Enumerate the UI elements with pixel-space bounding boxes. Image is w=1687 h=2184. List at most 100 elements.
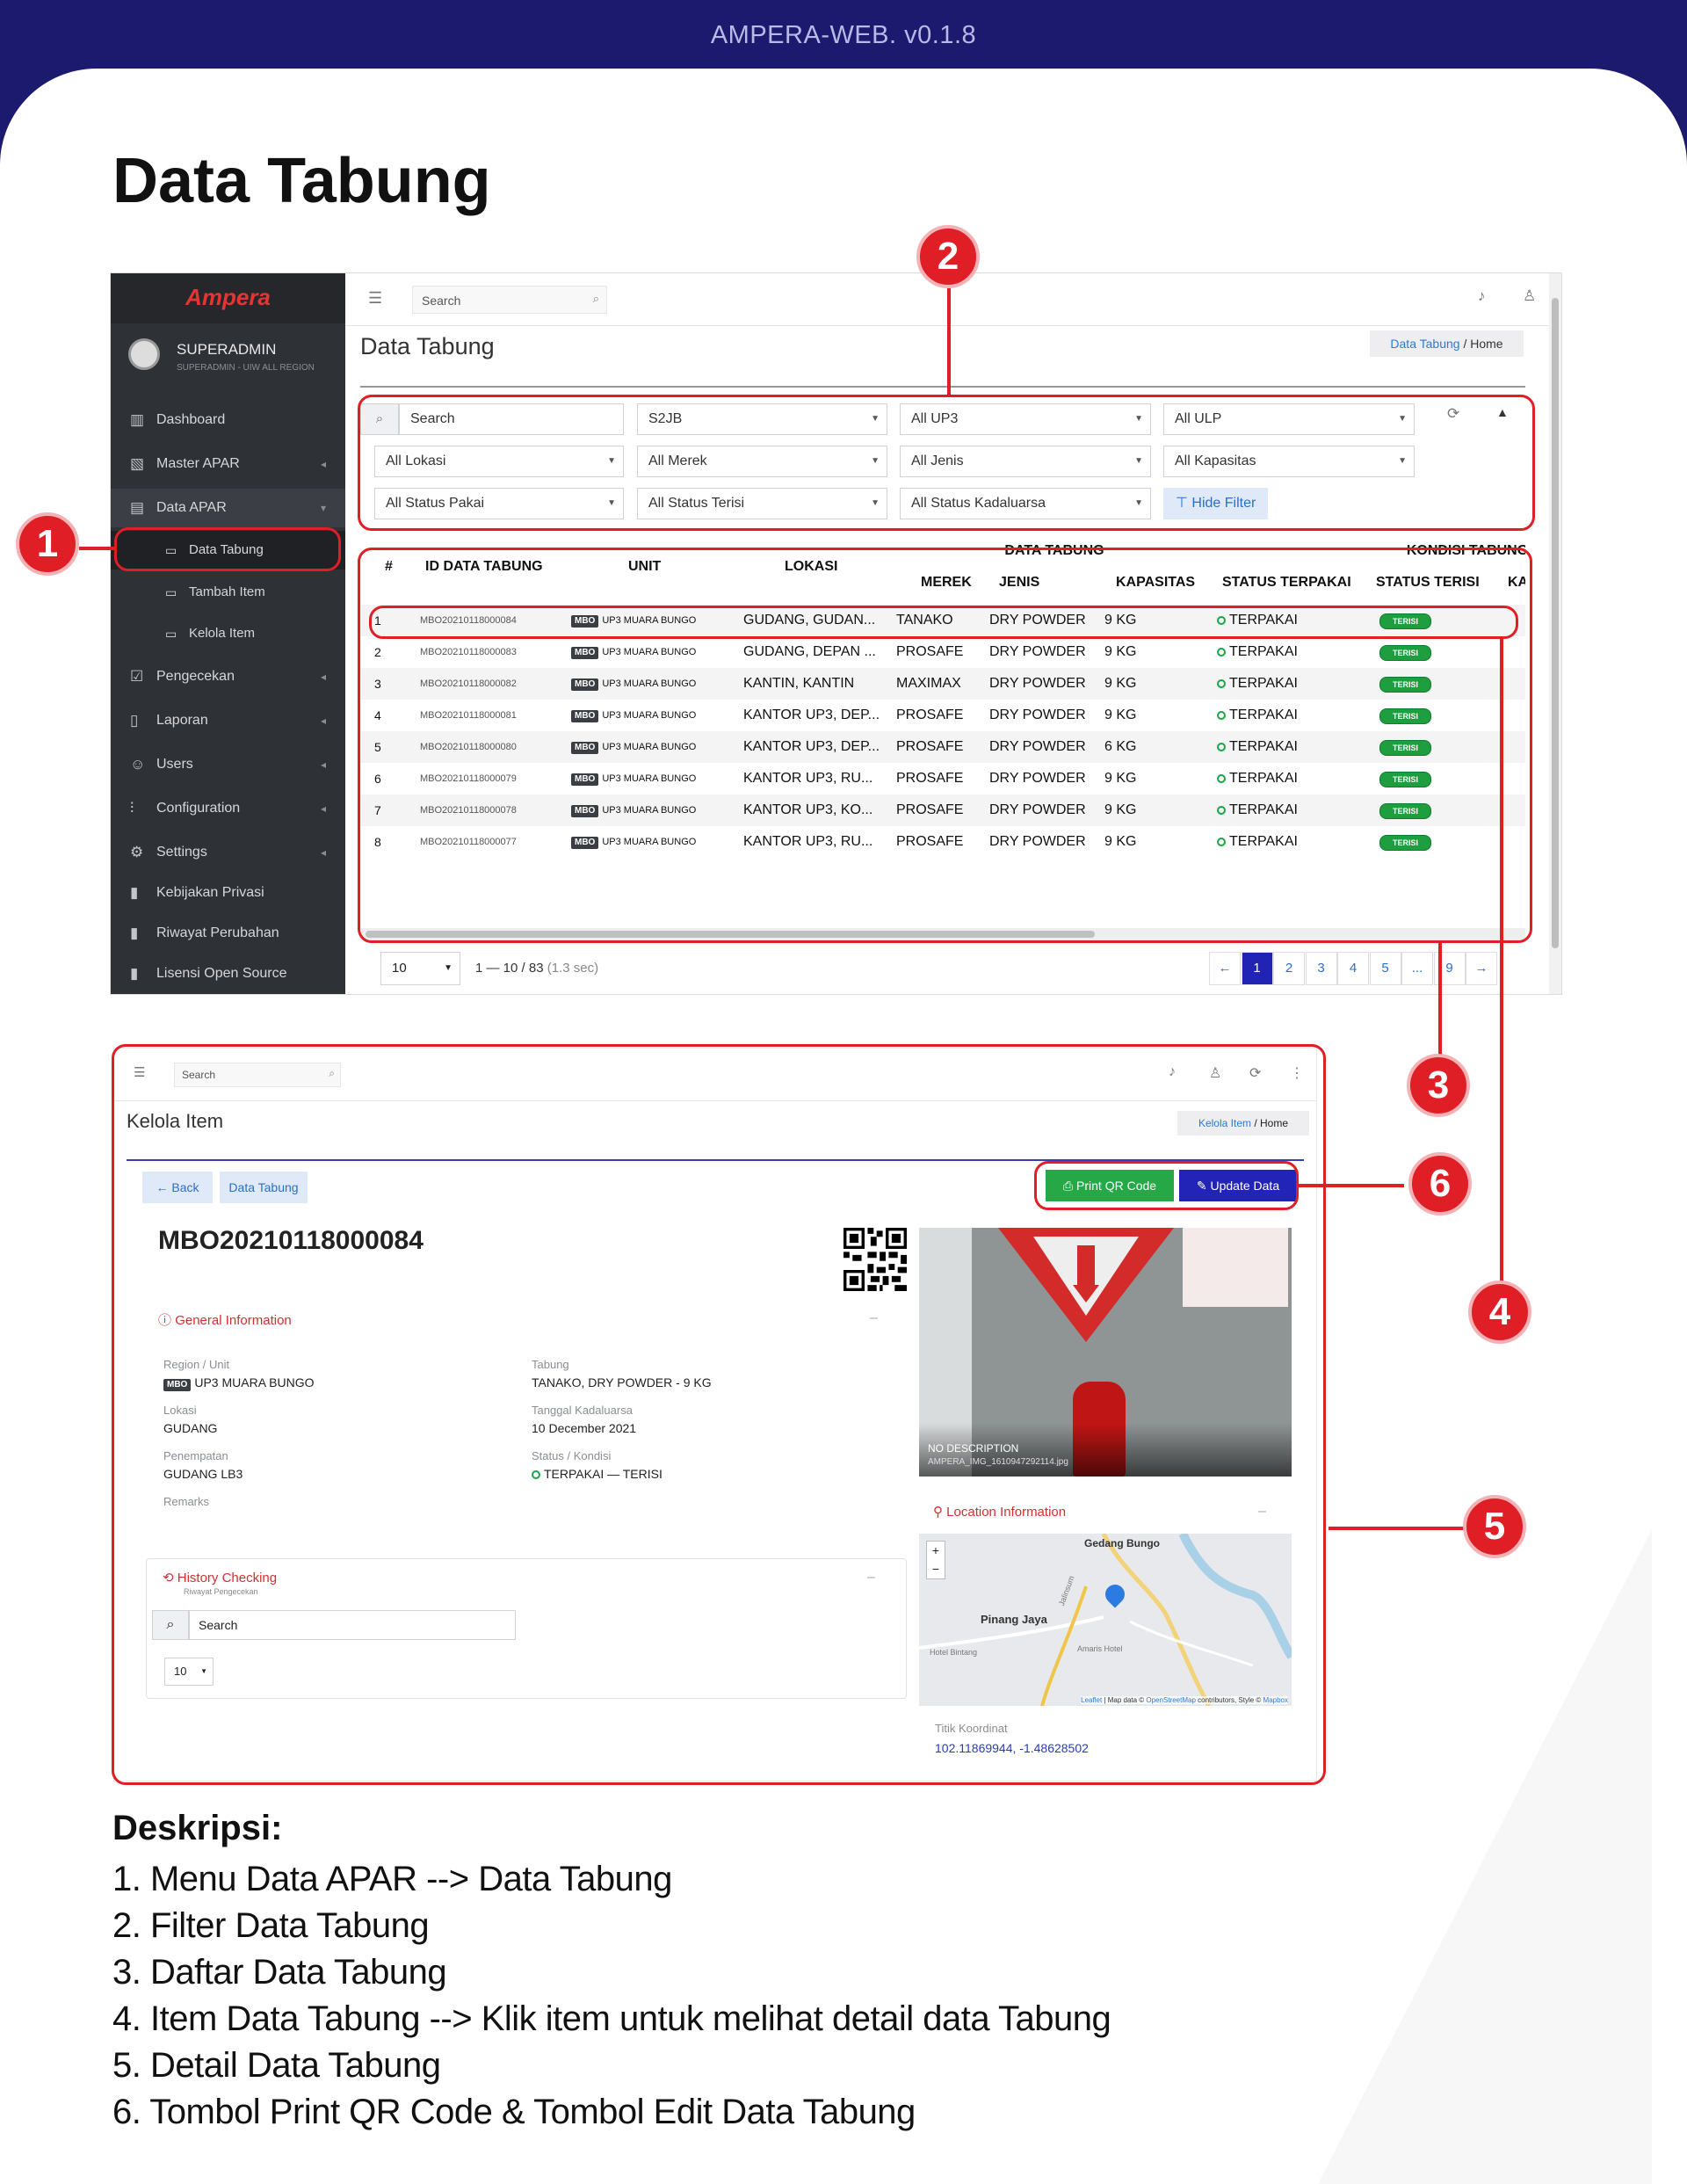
page-button[interactable]: 4 <box>1337 952 1369 985</box>
breadcrumb-link[interactable]: Data Tabung <box>1390 337 1459 351</box>
sidebar-item-label: Kelola Item <box>189 626 256 641</box>
annotation-marker-1: 1 <box>16 512 79 576</box>
gear-icon: ⚙ <box>130 844 144 860</box>
search-placeholder: Search <box>422 294 461 308</box>
chevron-left-icon: ◂ <box>320 802 326 815</box>
user-name: SUPERADMIN <box>177 341 277 358</box>
sidebar-item-laporan[interactable]: ▯ Laporan ◂ <box>111 701 345 740</box>
sliders-icon: ⫶ <box>130 800 134 816</box>
search-icon: ⌕ <box>592 292 599 305</box>
annotation-box-6 <box>1034 1161 1299 1210</box>
sidebar-item-dashboard[interactable]: ▥ Dashboard <box>111 401 345 439</box>
sidebar-item-configuration[interactable]: ⫶ Configuration ◂ <box>111 789 345 828</box>
file-icon: ▭ <box>165 585 177 599</box>
annotation-line-2 <box>947 288 951 395</box>
chevron-left-icon: ◂ <box>320 671 326 683</box>
file-icon: ▮ <box>130 925 139 941</box>
prev-page-button[interactable]: ← <box>1209 952 1241 985</box>
description-item: 1. Menu Data APAR --> Data Tabung <box>112 1860 672 1898</box>
per-page-select[interactable]: 10 ▼ <box>380 952 460 985</box>
avatar <box>128 338 160 370</box>
page-button[interactable]: 5 <box>1369 952 1401 985</box>
sidebar: Ampera SUPERADMIN SUPERADMIN - UIW ALL R… <box>111 273 345 994</box>
sidebar-item-kebijakan[interactable]: ▮ Kebijakan Privasi <box>111 874 345 912</box>
sidebar-item-users[interactable]: ☺ Users ◂ <box>111 745 345 784</box>
building-icon: ▤ <box>130 499 145 516</box>
chart-icon: ▥ <box>130 411 145 428</box>
sidebar-item-data-apar[interactable]: ▤ Data APAR ▾ <box>111 489 345 527</box>
image-icon: ▧ <box>130 455 145 472</box>
breadcrumb-home: Home <box>1470 337 1503 351</box>
sidebar-item-label: Kebijakan Privasi <box>156 885 264 900</box>
sidebar-item-label: Users <box>156 757 193 772</box>
sidebar-item-tambah-item[interactable]: ▭ Tambah Item <box>111 573 345 612</box>
description-title: Deskripsi: <box>112 1809 283 1847</box>
document-icon: ▯ <box>130 712 139 729</box>
sidebar-item-label: Pengecekan <box>156 669 235 684</box>
breadcrumb-separator: / <box>1463 337 1467 351</box>
search-input[interactable]: Search ⌕ <box>412 286 607 314</box>
page-button[interactable]: 3 <box>1305 952 1337 985</box>
sidebar-item-label: Settings <box>156 845 207 860</box>
page-button[interactable]: 1 <box>1241 952 1273 985</box>
chevron-down-icon: ▾ <box>320 502 326 514</box>
description-item: 6. Tombol Print QR Code & Tombol Edit Da… <box>112 2093 916 2131</box>
divider <box>360 386 1525 388</box>
file-icon: ▮ <box>130 884 139 901</box>
sidebar-item-label: Configuration <box>156 801 241 816</box>
next-page-button[interactable]: → <box>1466 952 1497 985</box>
sidebar-item-label: Tambah Item <box>189 584 265 599</box>
bell-icon[interactable]: ♪ <box>1478 287 1486 305</box>
annotation-line-3 <box>1438 943 1442 1059</box>
sidebar-item-label: Dashboard <box>156 412 226 427</box>
file-icon: ▮ <box>130 965 139 982</box>
annotation-line-5 <box>1329 1527 1469 1530</box>
menu-icon[interactable]: ☰ <box>368 289 382 308</box>
per-page-value: 10 <box>392 961 407 976</box>
vertical-scrollbar[interactable] <box>1549 273 1561 994</box>
page-title: Data Tabung <box>112 146 491 216</box>
annotation-marker-4: 4 <box>1468 1281 1531 1344</box>
sidebar-item-label: Master APAR <box>156 456 240 471</box>
sidebar-item-label: Laporan <box>156 713 208 728</box>
sidebar-item-master-apar[interactable]: ▧ Master APAR ◂ <box>111 445 345 483</box>
user-icon[interactable]: ♙ <box>1523 287 1536 305</box>
sidebar-item-settings[interactable]: ⚙ Settings ◂ <box>111 833 345 872</box>
description-item: 3. Daftar Data Tabung <box>112 1953 447 1992</box>
page-button[interactable]: 2 <box>1273 952 1305 985</box>
sidebar-item-lisensi[interactable]: ▮ Lisensi Open Source <box>111 954 345 993</box>
sidebar-item-label: Riwayat Perubahan <box>156 925 279 940</box>
sidebar-item-riwayat[interactable]: ▮ Riwayat Perubahan <box>111 914 345 953</box>
description-item: 4. Item Data Tabung --> Klik item untuk … <box>112 1999 1111 2038</box>
pagination-info: 1 — 10 / 83 (1.3 sec) <box>475 961 598 976</box>
annotation-box-4 <box>369 606 1518 639</box>
annotation-marker-6: 6 <box>1408 1152 1472 1215</box>
file-icon: ▭ <box>165 627 177 641</box>
sidebar-item-pengecekan[interactable]: ☑ Pengecekan ◂ <box>111 657 345 696</box>
breadcrumb: Data Tabung / Home <box>1370 330 1524 357</box>
annotation-marker-3: 3 <box>1407 1054 1470 1117</box>
calendar-check-icon: ☑ <box>130 668 144 685</box>
annotation-line-1 <box>79 547 116 550</box>
annotation-box-5 <box>112 1044 1326 1785</box>
annotation-line-4 <box>1500 639 1503 1289</box>
chevron-left-icon: ◂ <box>320 715 326 727</box>
user-role: SUPERADMIN - UIW ALL REGION <box>177 363 315 373</box>
chevron-left-icon: ◂ <box>320 758 326 771</box>
sidebar-item-kelola-item[interactable]: ▭ Kelola Item <box>111 614 345 653</box>
chevron-down-icon: ▼ <box>444 963 453 973</box>
description-item: 2. Filter Data Tabung <box>112 1906 430 1945</box>
users-icon: ☺ <box>130 756 146 773</box>
page-title: Data Tabung <box>360 333 495 359</box>
page-button[interactable]: ... <box>1401 952 1433 985</box>
sidebar-item-label: Lisensi Open Source <box>156 966 287 981</box>
header-title: AMPERA-WEB. v0.1.8 <box>710 21 977 49</box>
sidebar-item-label: Data APAR <box>156 500 227 515</box>
annotation-box-1 <box>114 527 341 571</box>
pagination-time: (1.3 sec) <box>547 961 599 976</box>
annotation-line-6 <box>1299 1184 1404 1187</box>
app-logo[interactable]: Ampera <box>111 273 345 323</box>
chevron-left-icon: ◂ <box>320 458 326 470</box>
user-panel[interactable]: SUPERADMIN SUPERADMIN - UIW ALL REGION <box>111 330 345 382</box>
scrollbar-thumb[interactable] <box>1552 298 1559 948</box>
